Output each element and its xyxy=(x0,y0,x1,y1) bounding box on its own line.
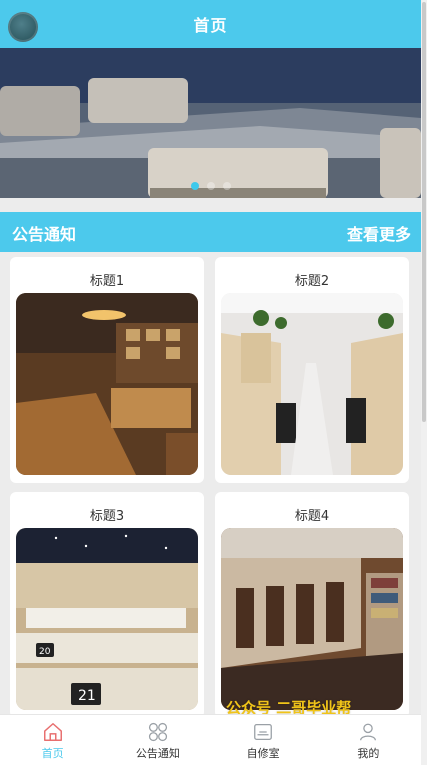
tab-study-room[interactable]: 自修室 xyxy=(211,715,316,765)
tab-home[interactable]: 首页 xyxy=(0,715,105,765)
scrollbar[interactable] xyxy=(421,0,427,765)
notice-card[interactable]: 标题2 xyxy=(215,257,409,483)
card-title: 标题3 xyxy=(89,509,125,524)
banner-dots xyxy=(190,182,231,190)
card-image xyxy=(16,293,198,475)
card-title: 标题1 xyxy=(89,274,125,289)
tab-label: 我的 xyxy=(357,747,380,760)
view-more-link[interactable]: 查看更多 xyxy=(347,221,411,245)
grid-icon xyxy=(148,722,167,742)
tab-notice[interactable]: 公告通知 xyxy=(105,715,210,765)
card-image: 21 20 xyxy=(16,528,198,710)
svg-text:20: 20 xyxy=(39,647,51,657)
tab-mine[interactable]: 我的 xyxy=(316,715,421,765)
page-title: 首页 xyxy=(193,16,228,35)
tab-label: 自修室 xyxy=(246,747,280,760)
bottom-tab-bar: 首页 公告通知 自修室 我的 xyxy=(0,714,421,765)
card-image xyxy=(221,528,403,710)
card-image xyxy=(221,293,403,475)
user-icon xyxy=(360,723,377,741)
notice-title: 公告通知 xyxy=(12,225,77,244)
svg-text:21: 21 xyxy=(78,688,96,704)
notice-card[interactable]: 标题3 21 20 xyxy=(10,492,204,718)
home-icon xyxy=(43,723,62,741)
top-header: 首页 xyxy=(0,0,421,48)
room-icon xyxy=(254,724,273,740)
banner-dot-3[interactable] xyxy=(222,182,231,190)
tab-label: 首页 xyxy=(41,747,64,760)
banner-dot-2[interactable] xyxy=(206,182,215,190)
banner-dot-1[interactable] xyxy=(190,182,199,190)
card-title: 标题4 xyxy=(294,509,330,524)
notice-card[interactable]: 标题4 xyxy=(215,492,409,718)
notice-card[interactable]: 标题1 xyxy=(10,257,204,483)
scrollbar-thumb[interactable] xyxy=(422,2,426,422)
banner-carousel[interactable] xyxy=(0,48,421,198)
card-title: 标题2 xyxy=(294,274,330,289)
tab-label: 公告通知 xyxy=(135,747,180,760)
banner-image xyxy=(0,48,421,198)
notice-bar: 公告通知 查看更多 xyxy=(0,212,421,252)
